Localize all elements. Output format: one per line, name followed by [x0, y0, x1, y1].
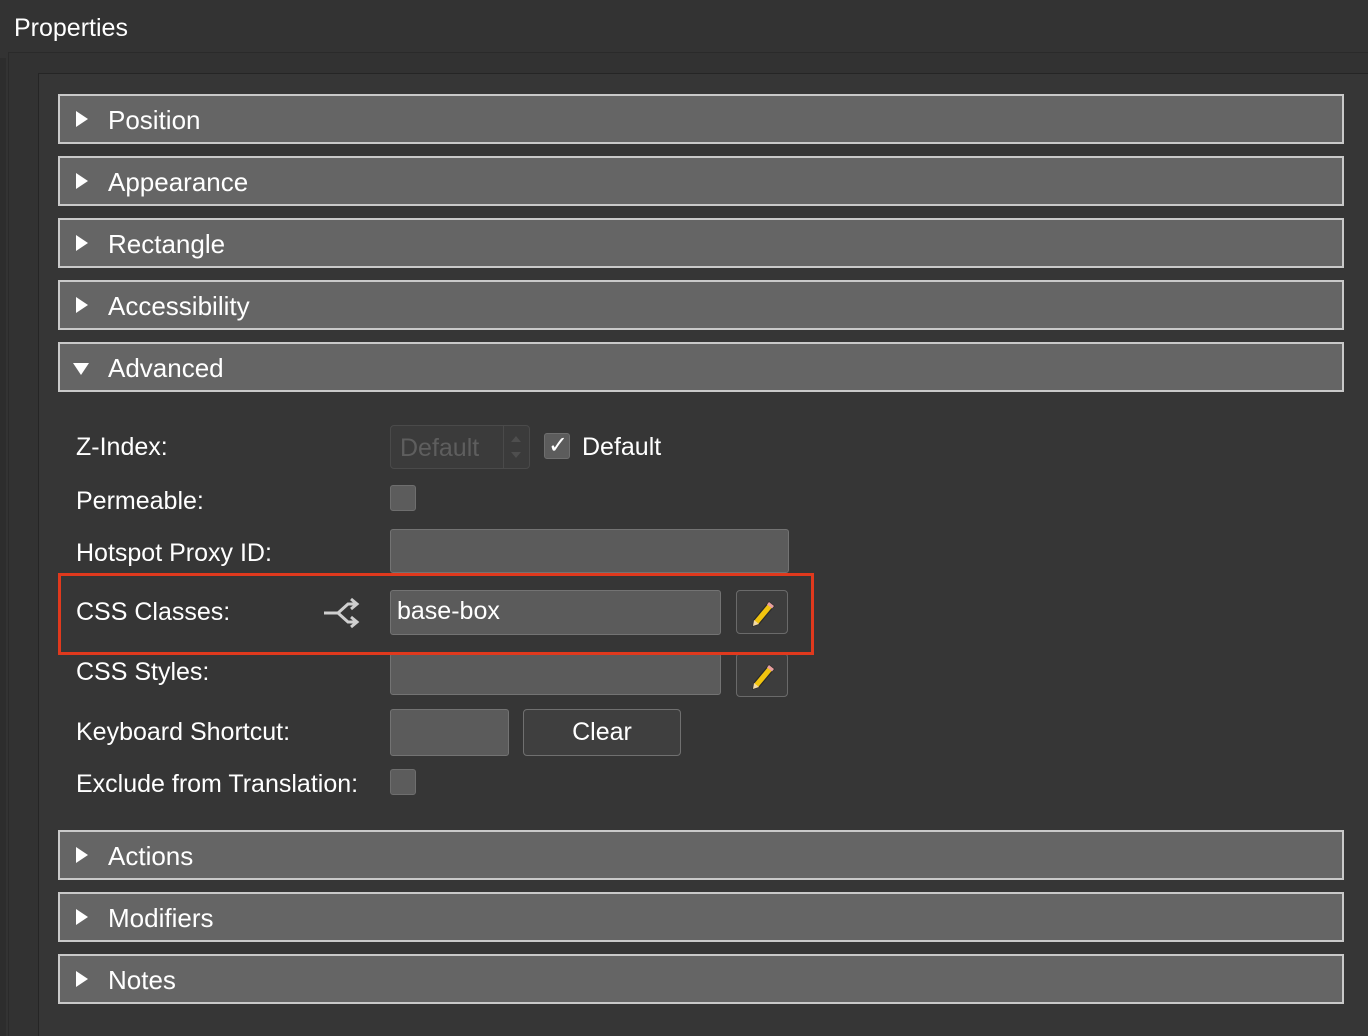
stepper-down-icon: [511, 452, 521, 458]
section-accessibility[interactable]: Accessibility: [58, 280, 1344, 330]
pencil-icon: [752, 664, 775, 690]
section-appearance[interactable]: Appearance: [58, 156, 1344, 206]
stepper-arrows: [503, 426, 529, 468]
z-index-stepper: Default: [390, 425, 530, 469]
panel-title: Properties: [14, 14, 128, 42]
css-styles-edit-button[interactable]: [736, 653, 788, 697]
z-index-value: Default: [400, 434, 480, 462]
keyboard-shortcut-label: Keyboard Shortcut:: [76, 718, 291, 746]
expand-triangle-icon: [76, 971, 88, 987]
expand-triangle-icon: [76, 847, 88, 863]
section-position[interactable]: Position: [58, 94, 1344, 144]
section-label: Notes: [108, 965, 176, 995]
exclude-translation-label: Exclude from Translation:: [76, 770, 359, 798]
expand-triangle-icon: [76, 297, 88, 313]
z-index-default-label: Default: [582, 433, 662, 461]
hotspot-proxy-id-field[interactable]: [390, 529, 789, 573]
css-styles-label: CSS Styles:: [76, 658, 210, 686]
panel-left-edge: [0, 58, 6, 1036]
hotspot-proxy-id-label: Hotspot Proxy ID:: [76, 539, 272, 567]
section-label: Accessibility: [108, 291, 250, 321]
z-index-label: Z-Index:: [76, 433, 168, 461]
section-advanced[interactable]: Advanced: [58, 342, 1344, 392]
section-notes[interactable]: Notes: [58, 954, 1344, 1004]
collapse-triangle-icon: [73, 363, 89, 375]
section-label: Actions: [108, 841, 194, 871]
expand-triangle-icon: [76, 909, 88, 925]
css-styles-field[interactable]: [390, 653, 721, 695]
stepper-up-icon: [511, 436, 521, 442]
expand-triangle-icon: [76, 111, 88, 127]
section-actions[interactable]: Actions: [58, 830, 1344, 880]
section-rectangle[interactable]: Rectangle: [58, 218, 1344, 268]
z-index-default-checkbox[interactable]: ✓: [544, 431, 570, 459]
section-label: Rectangle: [108, 229, 226, 259]
checkmark-icon: ✓: [548, 431, 569, 459]
expand-triangle-icon: [76, 173, 88, 189]
exclude-translation-checkbox[interactable]: [390, 769, 416, 795]
permeable-checkbox[interactable]: [390, 485, 416, 511]
section-label: Modifiers: [108, 903, 214, 933]
section-label: Appearance: [108, 167, 249, 197]
expand-triangle-icon: [76, 235, 88, 251]
section-label: Advanced: [108, 353, 224, 383]
permeable-label: Permeable:: [76, 487, 204, 515]
section-label: Position: [108, 105, 201, 135]
clear-shortcut-button[interactable]: Clear: [523, 709, 681, 756]
keyboard-shortcut-field[interactable]: [390, 709, 509, 756]
highlight-annotation: [58, 573, 814, 655]
section-modifiers[interactable]: Modifiers: [58, 892, 1344, 942]
